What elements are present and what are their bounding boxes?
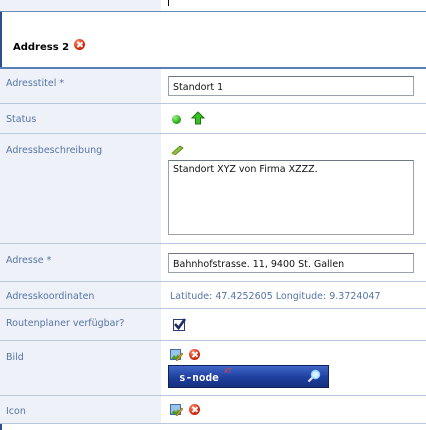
image-preview-logo[interactable]: s-node XT <box>168 365 329 388</box>
label-adressbeschreibung: Adressbeschreibung <box>6 145 103 156</box>
section-header <box>0 12 426 68</box>
label-cell: Status <box>0 104 161 134</box>
magnifier-icon[interactable] <box>307 369 321 383</box>
checkmark-icon <box>174 318 187 331</box>
label-icon: Icon <box>6 406 26 417</box>
row-adresskoordinaten: Adresskoordinaten Latitude: 47.4252605 L… <box>0 282 426 309</box>
delete-section-icon[interactable] <box>74 39 85 50</box>
row-adressbeschreibung: Adressbeschreibung Standort XYZ von Firm… <box>0 134 426 244</box>
label-routenplaner: Routenplaner verfügbar? <box>6 318 125 329</box>
row-routenplaner: Routenplaner verfügbar? <box>0 309 426 341</box>
adressbeschreibung-textarea[interactable]: Standort XYZ von Firma XZZZ. <box>168 160 414 235</box>
logo-superscript: XT <box>224 368 232 375</box>
arrow-up-icon[interactable] <box>191 111 205 125</box>
row-status: Status <box>0 104 426 134</box>
delete-image-icon[interactable] <box>189 349 200 360</box>
text-caret <box>168 0 169 6</box>
delete-icon-icon[interactable] <box>189 404 200 415</box>
label-cell: Adressbeschreibung <box>0 134 161 244</box>
row-adresse: Adresse * Bahnhofstrasse. 11, 9400 St. G… <box>0 244 426 282</box>
adresse-input[interactable]: Bahnhofstrasse. 11, 9400 St. Gallen <box>168 253 414 273</box>
section-title: Address 2 <box>13 42 70 53</box>
edit-image-icon[interactable] <box>170 348 183 361</box>
pencil-icon[interactable] <box>171 145 184 155</box>
row-adresstitel: Adresstitel * Standort 1 <box>0 69 426 104</box>
adresstitel-input[interactable]: Standort 1 <box>168 76 414 96</box>
label-status: Status <box>6 114 37 125</box>
row-separator <box>0 423 426 424</box>
label-cell: Bild <box>0 341 161 396</box>
label-cell: Adresse * <box>0 244 161 282</box>
label-adresskoordinaten: Adresskoordinaten <box>6 291 95 302</box>
label-cell: Adresstitel * <box>0 69 161 104</box>
label-adresstitel: Adresstitel * <box>6 78 65 89</box>
adresskoordinaten-value: Latitude: 47.4252605 Longitude: 9.372404… <box>170 291 381 302</box>
edit-icon-icon[interactable] <box>170 403 183 416</box>
label-cell: Routenplaner verfügbar? <box>0 309 161 341</box>
label-cell: Icon <box>0 396 161 424</box>
label-adresse: Adresse * <box>6 255 52 266</box>
routenplaner-checkbox[interactable] <box>173 318 187 331</box>
row-icon: Icon <box>0 396 426 424</box>
logo-text: s-node <box>179 371 219 384</box>
green-dot-icon <box>172 115 181 124</box>
label-cell: Adresskoordinaten <box>0 282 161 309</box>
label-bild: Bild <box>6 352 24 363</box>
